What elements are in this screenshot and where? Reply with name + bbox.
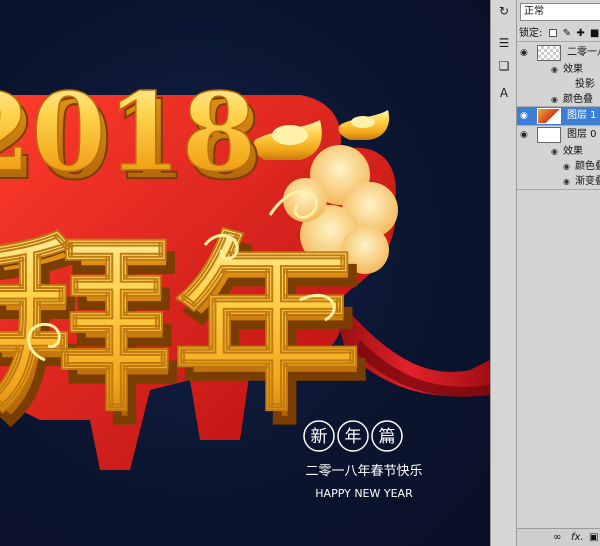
circle-word-2: 年 <box>345 427 362 447</box>
blend-mode-select[interactable]: 正常 <box>520 3 600 21</box>
fx-button[interactable]: fx. <box>571 529 584 546</box>
gold-ingot-small <box>338 110 390 140</box>
headline-bainian: 拜年 拜年 <box>0 215 372 452</box>
tool-strip: ↻ ☰ ❏ A <box>490 0 517 546</box>
history-icon[interactable]: ↻ <box>495 2 513 20</box>
panel-footer: ∞ fx. ▣ <box>517 528 600 546</box>
document-canvas[interactable]: 2018 2018 拜年 拜年 新 年 篇 二零一八年春节快乐 HAPPY NE… <box>0 0 490 546</box>
lock-transparent-icon[interactable] <box>548 29 557 37</box>
lock-all-icon[interactable]: ■ <box>590 28 599 39</box>
artwork: 2018 2018 拜年 拜年 新 年 篇 二零一八年春节快乐 HAPPY NE… <box>0 69 490 500</box>
lock-row: 锁定: ✎ ✚ ■ <box>517 26 600 42</box>
layers-panel: 正常 锁定: ✎ ✚ ■ ◉ 二零一八 ◉ 效果 投影 ◉ 颜色叠 ◉ 图层 1… <box>517 0 600 546</box>
link-layers-icon[interactable]: ∞ <box>553 529 561 546</box>
lock-label: 锁定: <box>519 28 543 39</box>
circle-word-3: 篇 <box>379 427 396 447</box>
layer-thumbnail <box>537 108 561 124</box>
layer-name: 图层 1 副 <box>567 110 600 121</box>
character-icon[interactable]: A <box>495 84 513 102</box>
visibility-eye-icon[interactable]: ◉ <box>520 130 532 140</box>
visibility-eye-icon[interactable]: ◉ <box>520 111 532 121</box>
layer-thumbnail <box>537 127 561 143</box>
layer-name: 图层 0 <box>567 129 597 140</box>
lock-paint-icon[interactable]: ✎ <box>563 28 571 39</box>
layer-row-selected[interactable]: ◉ 图层 1 副 <box>517 107 600 125</box>
layer-row-text[interactable]: ◉ 二零一八 <box>517 44 600 62</box>
layer-name: 二零一八 <box>567 47 600 58</box>
subtitle-en: HAPPY NEW YEAR <box>315 487 413 500</box>
year-2018-text: 2018 2018 <box>0 69 264 205</box>
layer-row-base[interactable]: ◉ 图层 0 <box>517 126 600 144</box>
layer-thumbnail <box>537 45 561 61</box>
svg-text:2018: 2018 <box>0 70 257 196</box>
layer-mask-icon[interactable]: ▣ <box>589 529 598 546</box>
clone-source-icon[interactable]: ❏ <box>495 57 513 75</box>
subtitle-cn: 二零一八年春节快乐 <box>305 464 422 479</box>
visibility-eye-icon[interactable]: ◉ <box>520 48 532 58</box>
brush-settings-icon[interactable]: ☰ <box>495 34 513 52</box>
lock-move-icon[interactable]: ✚ <box>576 28 584 39</box>
circle-word-1: 新 <box>311 427 328 447</box>
